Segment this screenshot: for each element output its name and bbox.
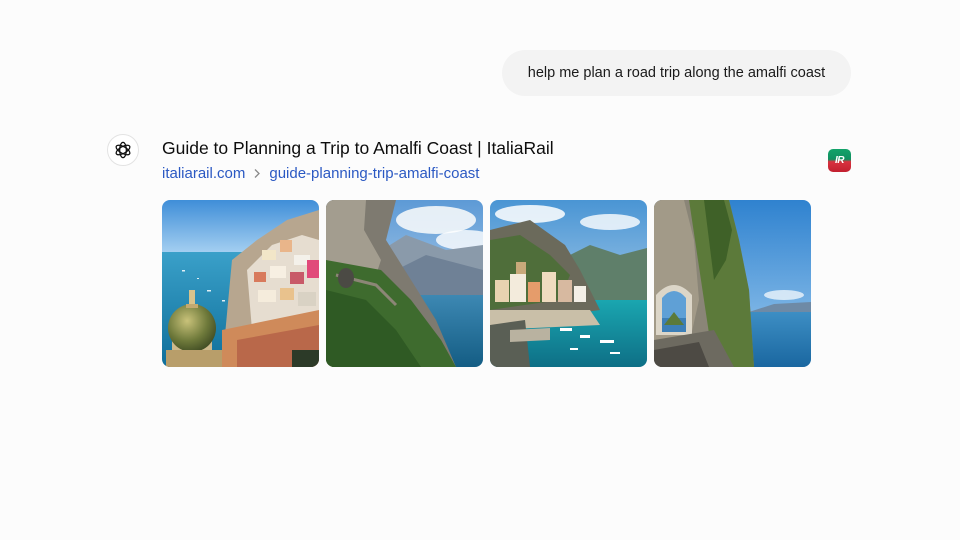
user-message-bubble: help me plan a road trip along the amalf…: [502, 50, 851, 96]
site-logo-text: IR: [835, 155, 845, 166]
positano-church-dome-photo[interactable]: [162, 200, 319, 367]
amalfi-town-harbor-photo[interactable]: [490, 200, 647, 367]
url-path[interactable]: guide-planning-trip-amalfi-coast: [269, 165, 479, 182]
cliff-road-tunnel-photo[interactable]: [654, 200, 811, 367]
user-message-text: help me plan a road trip along the amalf…: [527, 65, 826, 81]
chevron-right-icon: [253, 168, 261, 179]
url-domain[interactable]: italiarail.com: [162, 165, 245, 182]
coastal-cliff-road-photo[interactable]: [326, 200, 483, 367]
image-gallery: [162, 200, 811, 367]
italiarail-logo-icon[interactable]: IR: [828, 149, 851, 172]
openai-logo-icon: [115, 141, 131, 159]
assistant-avatar: [107, 134, 139, 166]
result-url-breadcrumb[interactable]: italiarail.com guide-planning-trip-amalf…: [162, 165, 479, 182]
chat-page: help me plan a road trip along the amalf…: [0, 0, 960, 540]
result-title-link[interactable]: Guide to Planning a Trip to Amalfi Coast…: [162, 138, 554, 159]
